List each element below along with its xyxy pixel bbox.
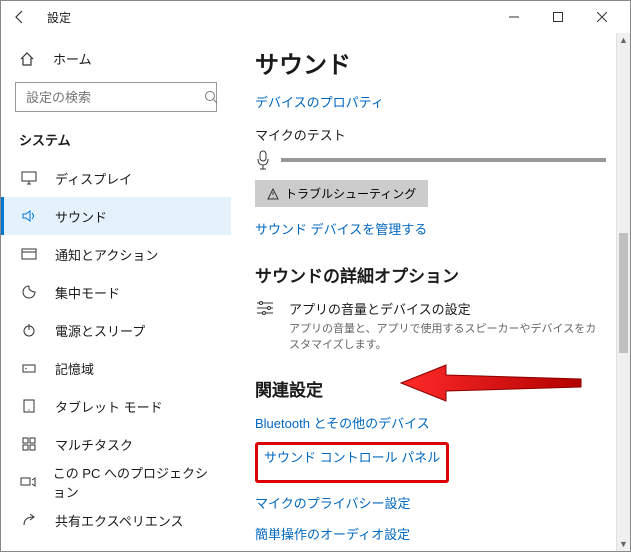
notification-icon	[19, 247, 39, 261]
sidebar-item-shared[interactable]: 共有エクスペリエンス	[1, 501, 231, 539]
page-title: サウンド	[255, 45, 606, 80]
sidebar-item-label: 通知とアクション	[55, 245, 158, 264]
sidebar-item-display[interactable]: ディスプレイ	[1, 159, 231, 197]
focus-icon	[19, 285, 39, 299]
troubleshoot-button[interactable]: トラブルシューティング	[255, 180, 428, 207]
sidebar-category: システム	[1, 124, 231, 159]
mic-level-bar	[281, 158, 606, 162]
sidebar-item-label: 記憶域	[55, 359, 94, 378]
sidebar-item-label: 集中モード	[55, 283, 120, 302]
sidebar-item-label: マルチタスク	[55, 435, 133, 454]
home-icon	[19, 51, 39, 67]
sidebar-item-label: サウンド	[55, 207, 107, 226]
scroll-down-arrow[interactable]: ▼	[617, 537, 630, 551]
share-icon	[19, 513, 39, 527]
device-properties-link[interactable]: デバイスのプロパティ	[255, 92, 606, 111]
sidebar-item-power[interactable]: 電源とスリープ	[1, 311, 231, 349]
sidebar-item-label: この PC へのプロジェクション	[53, 463, 213, 501]
troubleshoot-label: トラブルシューティング	[285, 185, 416, 202]
sidebar-item-tablet[interactable]: タブレット モード	[1, 387, 231, 425]
tablet-icon	[19, 399, 39, 413]
highlight-box: サウンド コントロール パネル	[255, 442, 449, 483]
related-mic-privacy-link[interactable]: マイクのプライバシー設定	[255, 493, 606, 512]
sliders-icon	[255, 299, 275, 317]
sidebar-item-label: 電源とスリープ	[55, 321, 145, 340]
search-box[interactable]	[15, 82, 217, 112]
sidebar-item-clipboard[interactable]: クリップボード	[1, 539, 231, 551]
search-icon	[204, 90, 218, 104]
window-title: 設定	[47, 9, 71, 26]
manage-devices-link[interactable]: サウンド デバイスを管理する	[255, 222, 427, 237]
sidebar-item-label: ディスプレイ	[55, 169, 132, 188]
sidebar-item-storage[interactable]: 記憶域	[1, 349, 231, 387]
back-button[interactable]	[7, 4, 33, 30]
related-ease-audio-link[interactable]: 簡単操作のオーディオ設定	[255, 524, 606, 543]
mic-test-label: マイクのテスト	[255, 125, 606, 144]
related-heading: 関連設定	[255, 376, 606, 401]
advanced-heading: サウンドの詳細オプション	[255, 262, 606, 287]
scrollbar[interactable]: ▲ ▼	[616, 33, 630, 551]
sidebar-item-label: タブレット モード	[55, 397, 163, 416]
search-input[interactable]	[24, 89, 204, 106]
sidebar-item-sound[interactable]: サウンド	[1, 197, 231, 235]
sound-icon	[19, 209, 39, 223]
related-sound-control-panel-link[interactable]: サウンド コントロール パネル	[264, 447, 440, 466]
sidebar-item-label: 共有エクスペリエンス	[55, 511, 183, 530]
close-button[interactable]	[580, 2, 624, 32]
multitask-icon	[19, 437, 39, 451]
related-bluetooth-link[interactable]: Bluetooth とその他のデバイス	[255, 413, 606, 432]
sidebar-item-notifications[interactable]: 通知とアクション	[1, 235, 231, 273]
mic-test-row	[255, 150, 606, 170]
minimize-button[interactable]	[492, 2, 536, 32]
warning-icon	[267, 188, 279, 200]
sidebar: ホーム システム ディスプレイ サウンド 通知とアクション	[1, 33, 231, 551]
titlebar: 設定	[1, 1, 630, 33]
power-icon	[19, 323, 39, 337]
mic-icon	[255, 150, 271, 170]
scrollbar-thumb[interactable]	[619, 233, 628, 353]
sidebar-item-multitask[interactable]: マルチタスク	[1, 425, 231, 463]
storage-icon	[19, 361, 39, 375]
app-volume-title: アプリの音量とデバイスの設定	[289, 299, 606, 318]
main-content: サウンド デバイスのプロパティ マイクのテスト トラブルシューティング サウンド…	[231, 33, 630, 551]
scroll-up-arrow[interactable]: ▲	[617, 33, 630, 47]
sidebar-home-label: ホーム	[53, 49, 92, 68]
app-volume-row[interactable]: アプリの音量とデバイスの設定 アプリの音量と、アプリで使用するスピーカーやデバイ…	[255, 299, 606, 352]
sidebar-home[interactable]: ホーム	[1, 43, 231, 74]
maximize-button[interactable]	[536, 2, 580, 32]
display-icon	[19, 171, 39, 185]
app-volume-desc: アプリの音量と、アプリで使用するスピーカーやデバイスをカスタマイズします。	[289, 320, 606, 352]
sidebar-item-projection[interactable]: この PC へのプロジェクション	[1, 463, 231, 501]
projection-icon	[19, 475, 37, 489]
sidebar-item-label: クリップボード	[55, 549, 146, 552]
sidebar-item-focus[interactable]: 集中モード	[1, 273, 231, 311]
